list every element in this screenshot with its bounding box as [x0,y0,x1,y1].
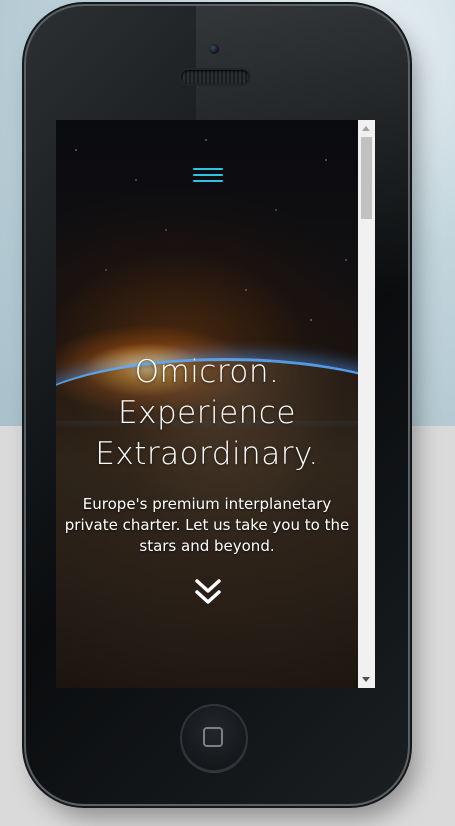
hero-subtitle: Europe's premium interplanetary private … [64,495,350,555]
double-chevron-down-icon[interactable] [193,577,223,607]
scroll-up-arrow-icon[interactable] [362,126,370,131]
vertical-scrollbar[interactable] [358,120,375,688]
hero-title-line-1: Omicron. [134,354,280,390]
hero-title-line-2: Experience [118,395,296,431]
phone-screen: Omicron. Experience Extraordinary. Europ… [56,120,358,688]
scrollbar-thumb[interactable] [361,137,372,219]
starfield [56,120,358,370]
home-button-icon [203,727,223,747]
earpiece-speaker [181,70,249,84]
hamburger-menu-icon[interactable] [193,168,223,188]
home-button[interactable] [180,704,248,772]
scroll-down-arrow-icon[interactable] [362,677,370,682]
front-camera [209,44,219,54]
hero-title: Omicron. Experience Extraordinary. [56,352,358,475]
hero-title-line-3: Extraordinary. [95,436,319,472]
